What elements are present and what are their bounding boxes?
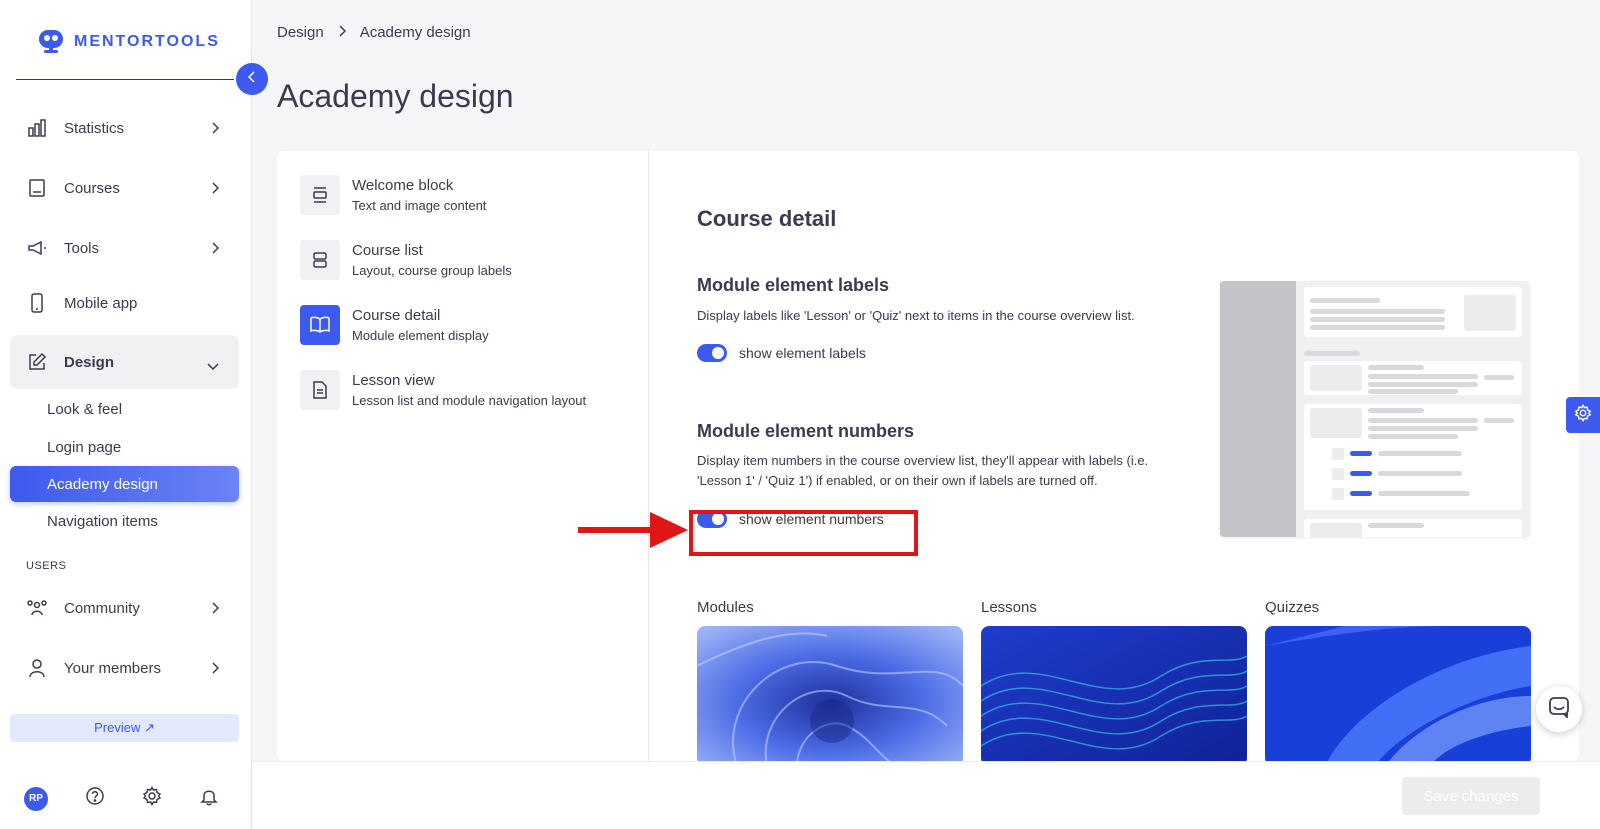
- numbers-description: Display item numbers in the course overv…: [697, 453, 1149, 488]
- sidebar-item-label: Tools: [64, 239, 100, 257]
- sidebar-item-label: Courses: [64, 179, 120, 197]
- labels-description: Display labels like 'Lesson' or 'Quiz' n…: [697, 308, 1135, 323]
- chevron-right-icon: [211, 661, 220, 678]
- avatar[interactable]: RP: [24, 786, 48, 811]
- sidebar-item-courses[interactable]: Courses: [10, 161, 239, 215]
- edit-icon: [26, 351, 48, 373]
- toggle-label: show element labels: [739, 345, 866, 361]
- customize-settings-button[interactable]: [1566, 397, 1600, 433]
- footer-bar: [253, 761, 1600, 829]
- sidebar-item-label: Mobile app: [64, 294, 138, 312]
- chevron-right-icon: [211, 601, 220, 618]
- sidebar-item-label: Your members: [64, 659, 161, 677]
- bell-icon[interactable]: [199, 786, 219, 811]
- sidebar-item-label: Statistics: [64, 119, 125, 137]
- document-icon: [300, 370, 340, 410]
- collapse-sidebar-button[interactable]: [236, 63, 268, 95]
- megaphone-icon: [26, 237, 48, 259]
- labels-heading: Module element labels: [697, 275, 890, 295]
- sidebar-item-your-members[interactable]: Your members: [10, 641, 239, 695]
- sidebar: MENTORTOOLS Statistics Courses Tools Mob…: [0, 0, 252, 829]
- help-icon[interactable]: [85, 786, 105, 811]
- annotation-highlight-box: [689, 510, 918, 556]
- modules-image[interactable]: [697, 626, 963, 761]
- menu-item-subtitle: Module element display: [352, 328, 489, 343]
- section-title: Course detail: [697, 206, 837, 231]
- robot-logo-icon: [36, 24, 66, 59]
- sidebar-item-design[interactable]: Design: [10, 335, 239, 389]
- divider: [648, 151, 649, 761]
- sidebar-subitem-navigation-items[interactable]: Navigation items: [10, 503, 239, 539]
- chat-icon: [1548, 696, 1570, 723]
- sidebar-footer: RP: [24, 786, 219, 811]
- course-detail-preview: [1220, 281, 1530, 537]
- align-center-icon: [300, 175, 340, 215]
- page-title: Academy design: [277, 78, 514, 114]
- numbers-heading: Module element numbers: [697, 421, 915, 441]
- quizzes-label: Quizzes: [1265, 599, 1320, 616]
- settings-menu-course-list[interactable]: Course list Layout, course group labels: [300, 240, 640, 284]
- menu-item-title: Welcome block: [352, 177, 454, 194]
- settings-menu-course-detail[interactable]: Course detail Module element display: [300, 305, 640, 349]
- menu-item-title: Course detail: [352, 307, 441, 324]
- sidebar-subitem-look-feel[interactable]: Look & feel: [10, 391, 239, 427]
- labels-toggle-row[interactable]: show element labels: [697, 344, 866, 362]
- sidebar-item-mobile-app[interactable]: Mobile app: [10, 276, 239, 330]
- menu-item-subtitle: Lesson list and module navigation layout: [352, 393, 587, 408]
- chevron-right-icon: [211, 121, 220, 138]
- breadcrumb-parent[interactable]: Design: [277, 24, 324, 41]
- chevron-down-icon: [207, 357, 219, 374]
- design-settings-card: Welcome block Text and image content Cou…: [277, 151, 1579, 761]
- modules-label: Modules: [697, 599, 754, 616]
- open-book-icon: [300, 305, 340, 345]
- labels-toggle[interactable]: [697, 344, 727, 362]
- chat-button[interactable]: [1536, 686, 1582, 732]
- menu-item-subtitle: Text and image content: [352, 198, 487, 213]
- annotation-arrow: [578, 510, 688, 555]
- sidebar-item-community[interactable]: Community: [10, 581, 239, 635]
- book-icon: [26, 177, 48, 199]
- sidebar-item-label: Community: [64, 599, 140, 617]
- chevron-right-icon: [338, 24, 346, 41]
- menu-item-subtitle: Layout, course group labels: [352, 263, 512, 278]
- menu-item-title: Course list: [352, 242, 423, 259]
- section-label-users: USERS: [26, 560, 67, 572]
- preview-button[interactable]: Preview ↗: [10, 714, 239, 742]
- quizzes-image[interactable]: [1265, 626, 1531, 761]
- gear-icon[interactable]: [142, 786, 162, 811]
- chevron-right-icon: [211, 181, 220, 198]
- settings-menu-welcome-block[interactable]: Welcome block Text and image content: [300, 175, 640, 219]
- list-layout-icon: [300, 240, 340, 280]
- user-icon: [26, 657, 48, 679]
- chevron-left-icon: [247, 70, 256, 88]
- divider: [16, 79, 234, 80]
- gear-icon: [1574, 403, 1592, 427]
- mobile-icon: [26, 292, 48, 314]
- logo[interactable]: MENTORTOOLS: [36, 24, 220, 59]
- bar-chart-icon: [26, 117, 48, 139]
- settings-menu-lesson-view[interactable]: Lesson view Lesson list and module navig…: [300, 370, 640, 414]
- chevron-right-icon: [211, 241, 220, 258]
- breadcrumb-current: Academy design: [359, 24, 471, 41]
- sidebar-subitem-login-page[interactable]: Login page: [10, 429, 239, 465]
- community-icon: [26, 597, 48, 619]
- lessons-label: Lessons: [981, 599, 1037, 616]
- breadcrumb: Design Academy design: [277, 24, 471, 41]
- menu-item-title: Lesson view: [352, 372, 435, 389]
- sidebar-item-label: Design: [64, 353, 115, 371]
- lessons-image[interactable]: [981, 626, 1247, 761]
- sidebar-subitem-academy-design[interactable]: Academy design: [10, 466, 239, 502]
- sidebar-item-tools[interactable]: Tools: [10, 221, 239, 275]
- brand-name: MENTORTOOLS: [74, 32, 220, 50]
- save-button[interactable]: Save changes: [1402, 777, 1540, 815]
- sidebar-item-statistics[interactable]: Statistics: [10, 101, 239, 155]
